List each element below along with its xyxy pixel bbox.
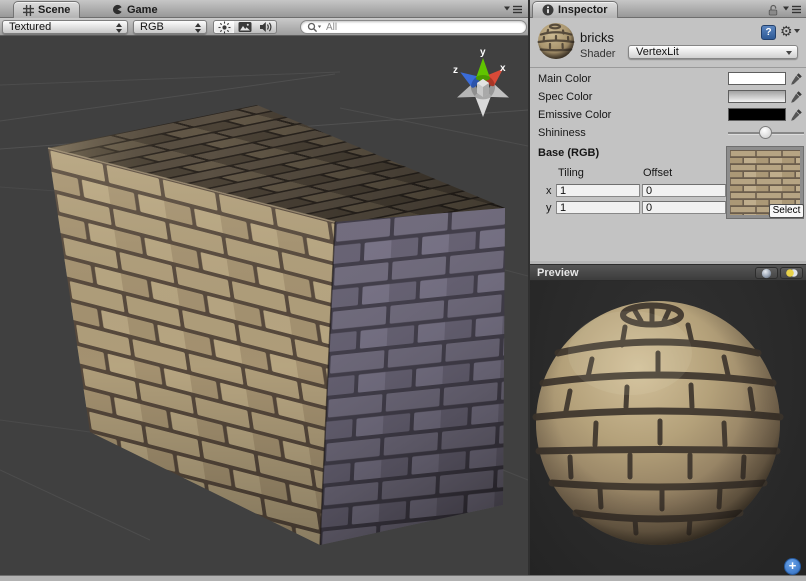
search-input[interactable]	[324, 21, 498, 34]
add-button[interactable]: +	[784, 558, 801, 575]
sun-icon	[218, 21, 231, 34]
tiling-x-field[interactable]	[556, 184, 640, 197]
axis-x-label: x	[546, 185, 552, 197]
chevron-down-icon	[786, 51, 792, 55]
color-channel-dropdown[interactable]: RGB	[133, 20, 207, 34]
speaker-icon	[259, 21, 273, 33]
tiling-header: Tiling	[558, 167, 584, 179]
shader-dropdown[interactable]: VertexLit	[628, 45, 798, 59]
eyedropper-icon[interactable]	[790, 108, 803, 121]
lighting-toggle-button[interactable]	[213, 20, 235, 34]
gizmo-label-z: z	[453, 65, 458, 76]
spec-color-label: Spec Color	[538, 91, 592, 103]
offset-x-field[interactable]	[642, 184, 726, 197]
select-texture-button[interactable]: Select	[769, 204, 804, 218]
gizmo-label-y: y	[480, 47, 486, 58]
preview-lighting-button[interactable]	[780, 267, 803, 279]
help-icon[interactable]: ?	[761, 25, 776, 40]
brick-cube[interactable]	[48, 105, 505, 545]
base-texture-label: Base (RGB)	[538, 147, 599, 159]
shininess-slider-thumb[interactable]	[759, 126, 772, 139]
material-preview-sphere	[530, 281, 806, 575]
scene-grid-icon	[23, 5, 34, 16]
tab-inspector-label: Inspector	[558, 4, 608, 16]
gizmo-label-x: x	[500, 63, 506, 74]
render-mode-value: Textured	[9, 21, 51, 33]
scene-tabbar: Scene Game	[0, 0, 528, 18]
tab-scene[interactable]: Scene	[13, 1, 80, 18]
shader-label: Shader	[580, 48, 615, 60]
inspector-panel-menu-icon[interactable]	[783, 5, 802, 14]
shader-value: VertexLit	[636, 46, 679, 58]
preview-header[interactable]: Preview	[530, 265, 806, 281]
main-color-label: Main Color	[538, 73, 591, 85]
render-mode-dropdown[interactable]: Textured	[2, 20, 128, 34]
tiling-y-field[interactable]	[556, 201, 640, 214]
eyedropper-icon[interactable]	[790, 72, 803, 85]
window-bottom-edge	[0, 575, 806, 581]
inspector-info-icon	[542, 4, 554, 16]
sphere-icon	[761, 268, 772, 279]
skybox-toggle-button[interactable]	[234, 20, 256, 34]
header-separator	[530, 67, 806, 68]
tab-inspector[interactable]: Inspector	[532, 1, 618, 18]
audio-toggle-button[interactable]	[255, 20, 277, 34]
updown-arrows-icon	[195, 23, 202, 33]
scene-toolbar: Textured RGB	[0, 18, 528, 36]
preview-model-button[interactable]	[755, 267, 778, 279]
gear-glyph: ⚙	[780, 23, 793, 39]
shininess-label: Shininess	[538, 127, 586, 139]
scene-search-field[interactable]	[300, 20, 527, 34]
axis-y-label: y	[546, 202, 552, 214]
tab-game[interactable]: Game	[103, 1, 167, 18]
scene-panel-menu-icon[interactable]	[504, 5, 523, 14]
two-lights-icon	[785, 268, 799, 278]
search-icon	[307, 22, 322, 33]
eyedropper-icon[interactable]	[790, 90, 803, 103]
unity-editor-window: y x z Scene Game Te	[0, 0, 806, 581]
preview-title: Preview	[537, 267, 579, 279]
spec-color-swatch[interactable]	[728, 90, 786, 103]
gear-icon[interactable]: ⚙	[780, 23, 800, 40]
color-channel-value: RGB	[140, 21, 164, 33]
tab-game-label: Game	[127, 4, 158, 16]
material-name: bricks	[580, 30, 614, 45]
gizmo-axis-y[interactable]	[476, 58, 490, 81]
game-icon	[112, 4, 123, 15]
emissive-color-swatch[interactable]	[728, 108, 786, 121]
material-preview-ball	[536, 21, 576, 61]
main-color-swatch[interactable]	[728, 72, 786, 85]
image-icon	[238, 21, 252, 33]
emissive-color-label: Emissive Color	[538, 109, 611, 121]
tab-scene-label: Scene	[38, 4, 70, 16]
inspector-lock-icon[interactable]	[767, 4, 779, 16]
scene-viewport[interactable]: y x z	[0, 36, 528, 575]
offset-header: Offset	[643, 167, 672, 179]
preview-area[interactable]	[530, 281, 806, 575]
updown-arrows-icon	[116, 23, 123, 33]
offset-y-field[interactable]	[642, 201, 726, 214]
scene-gizmo[interactable]: y x z	[453, 47, 512, 117]
inspector-tabbar: Inspector	[530, 0, 806, 18]
